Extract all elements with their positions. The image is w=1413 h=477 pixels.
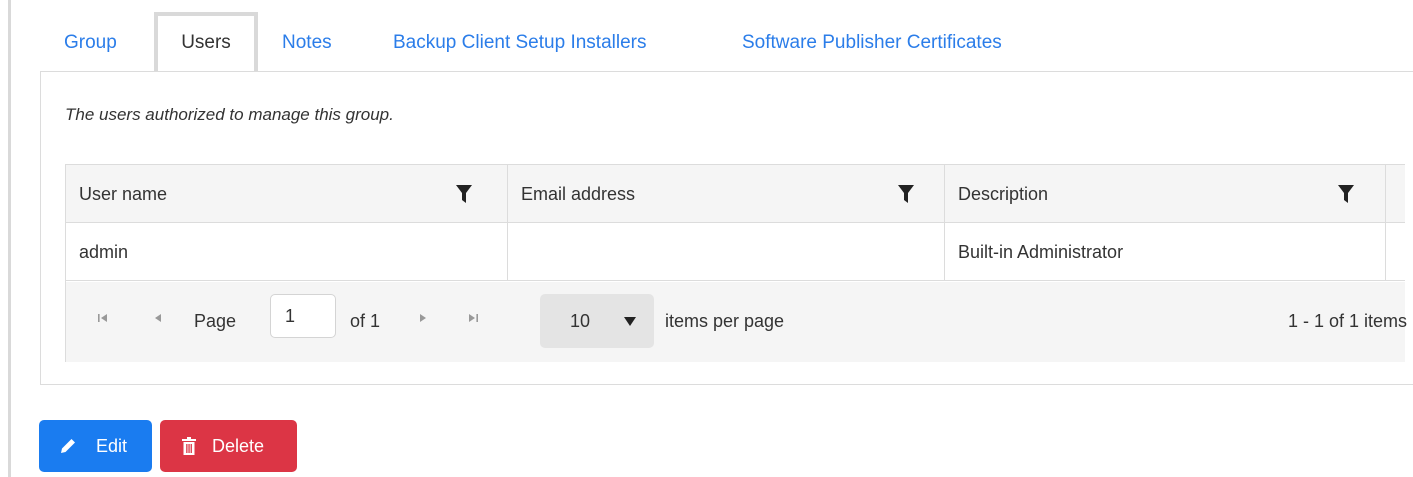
panel-description: The users authorized to manage this grou…: [65, 105, 394, 124]
previous-icon[interactable]: [151, 311, 165, 325]
table-row[interactable]: admin Built-in Administrator: [66, 223, 1405, 281]
pager-of-label: of 1: [350, 311, 381, 331]
column-header-email-address[interactable]: Email address: [508, 165, 944, 223]
cell-user-name: admin: [79, 242, 129, 262]
pencil-icon: [61, 439, 75, 453]
column-divider: [507, 165, 508, 281]
cell-email-address: [508, 223, 521, 281]
chevron-down-icon: [624, 317, 636, 326]
cell-description: Built-in Administrator: [958, 242, 1124, 262]
pager-page-label: Page: [194, 311, 237, 331]
tab-group[interactable]: Group: [64, 14, 117, 72]
tab-users[interactable]: Users: [154, 12, 258, 72]
page-number-input[interactable]: [270, 294, 336, 338]
tab-software-publisher-certificates[interactable]: Software Publisher Certificates: [742, 14, 1002, 72]
trash-icon: [182, 437, 196, 455]
filter-icon[interactable]: [1338, 185, 1354, 203]
seek-first-icon[interactable]: [96, 311, 110, 325]
users-tab-panel: The users authorized to manage this grou…: [40, 71, 1413, 385]
page-size-value: 10: [570, 311, 591, 331]
pager-summary: 1 - 1 of 1 items: [1287, 311, 1407, 331]
delete-button[interactable]: Delete: [160, 420, 297, 472]
grid-header: User name Email address Description: [66, 165, 1405, 223]
column-header-user-name[interactable]: User name: [66, 165, 507, 223]
filter-icon[interactable]: [456, 185, 472, 203]
column-header-description[interactable]: Description: [945, 165, 1385, 223]
tab-notes[interactable]: Notes: [282, 14, 332, 72]
edit-button[interactable]: Edit: [39, 420, 152, 472]
seek-last-icon[interactable]: [466, 311, 480, 325]
page-size-select[interactable]: 10: [540, 294, 654, 348]
next-icon[interactable]: [416, 311, 430, 325]
column-divider: [1385, 165, 1386, 281]
grid-pager: Page of 1 10 items per page 1 - 1 of 1 i…: [66, 282, 1407, 362]
tab-backup-client-setup-installers[interactable]: Backup Client Setup Installers: [393, 14, 646, 72]
delete-button-label: Delete: [212, 436, 265, 456]
filter-icon[interactable]: [898, 185, 914, 203]
users-grid: User name Email address Description admi…: [65, 164, 1407, 362]
left-border-rule: [8, 0, 11, 477]
edit-button-label: Edit: [96, 436, 128, 456]
items-per-page-label: items per page: [665, 311, 785, 331]
tab-strip: Group Users Notes Backup Client Setup In…: [40, 12, 1413, 72]
column-divider: [944, 165, 945, 281]
